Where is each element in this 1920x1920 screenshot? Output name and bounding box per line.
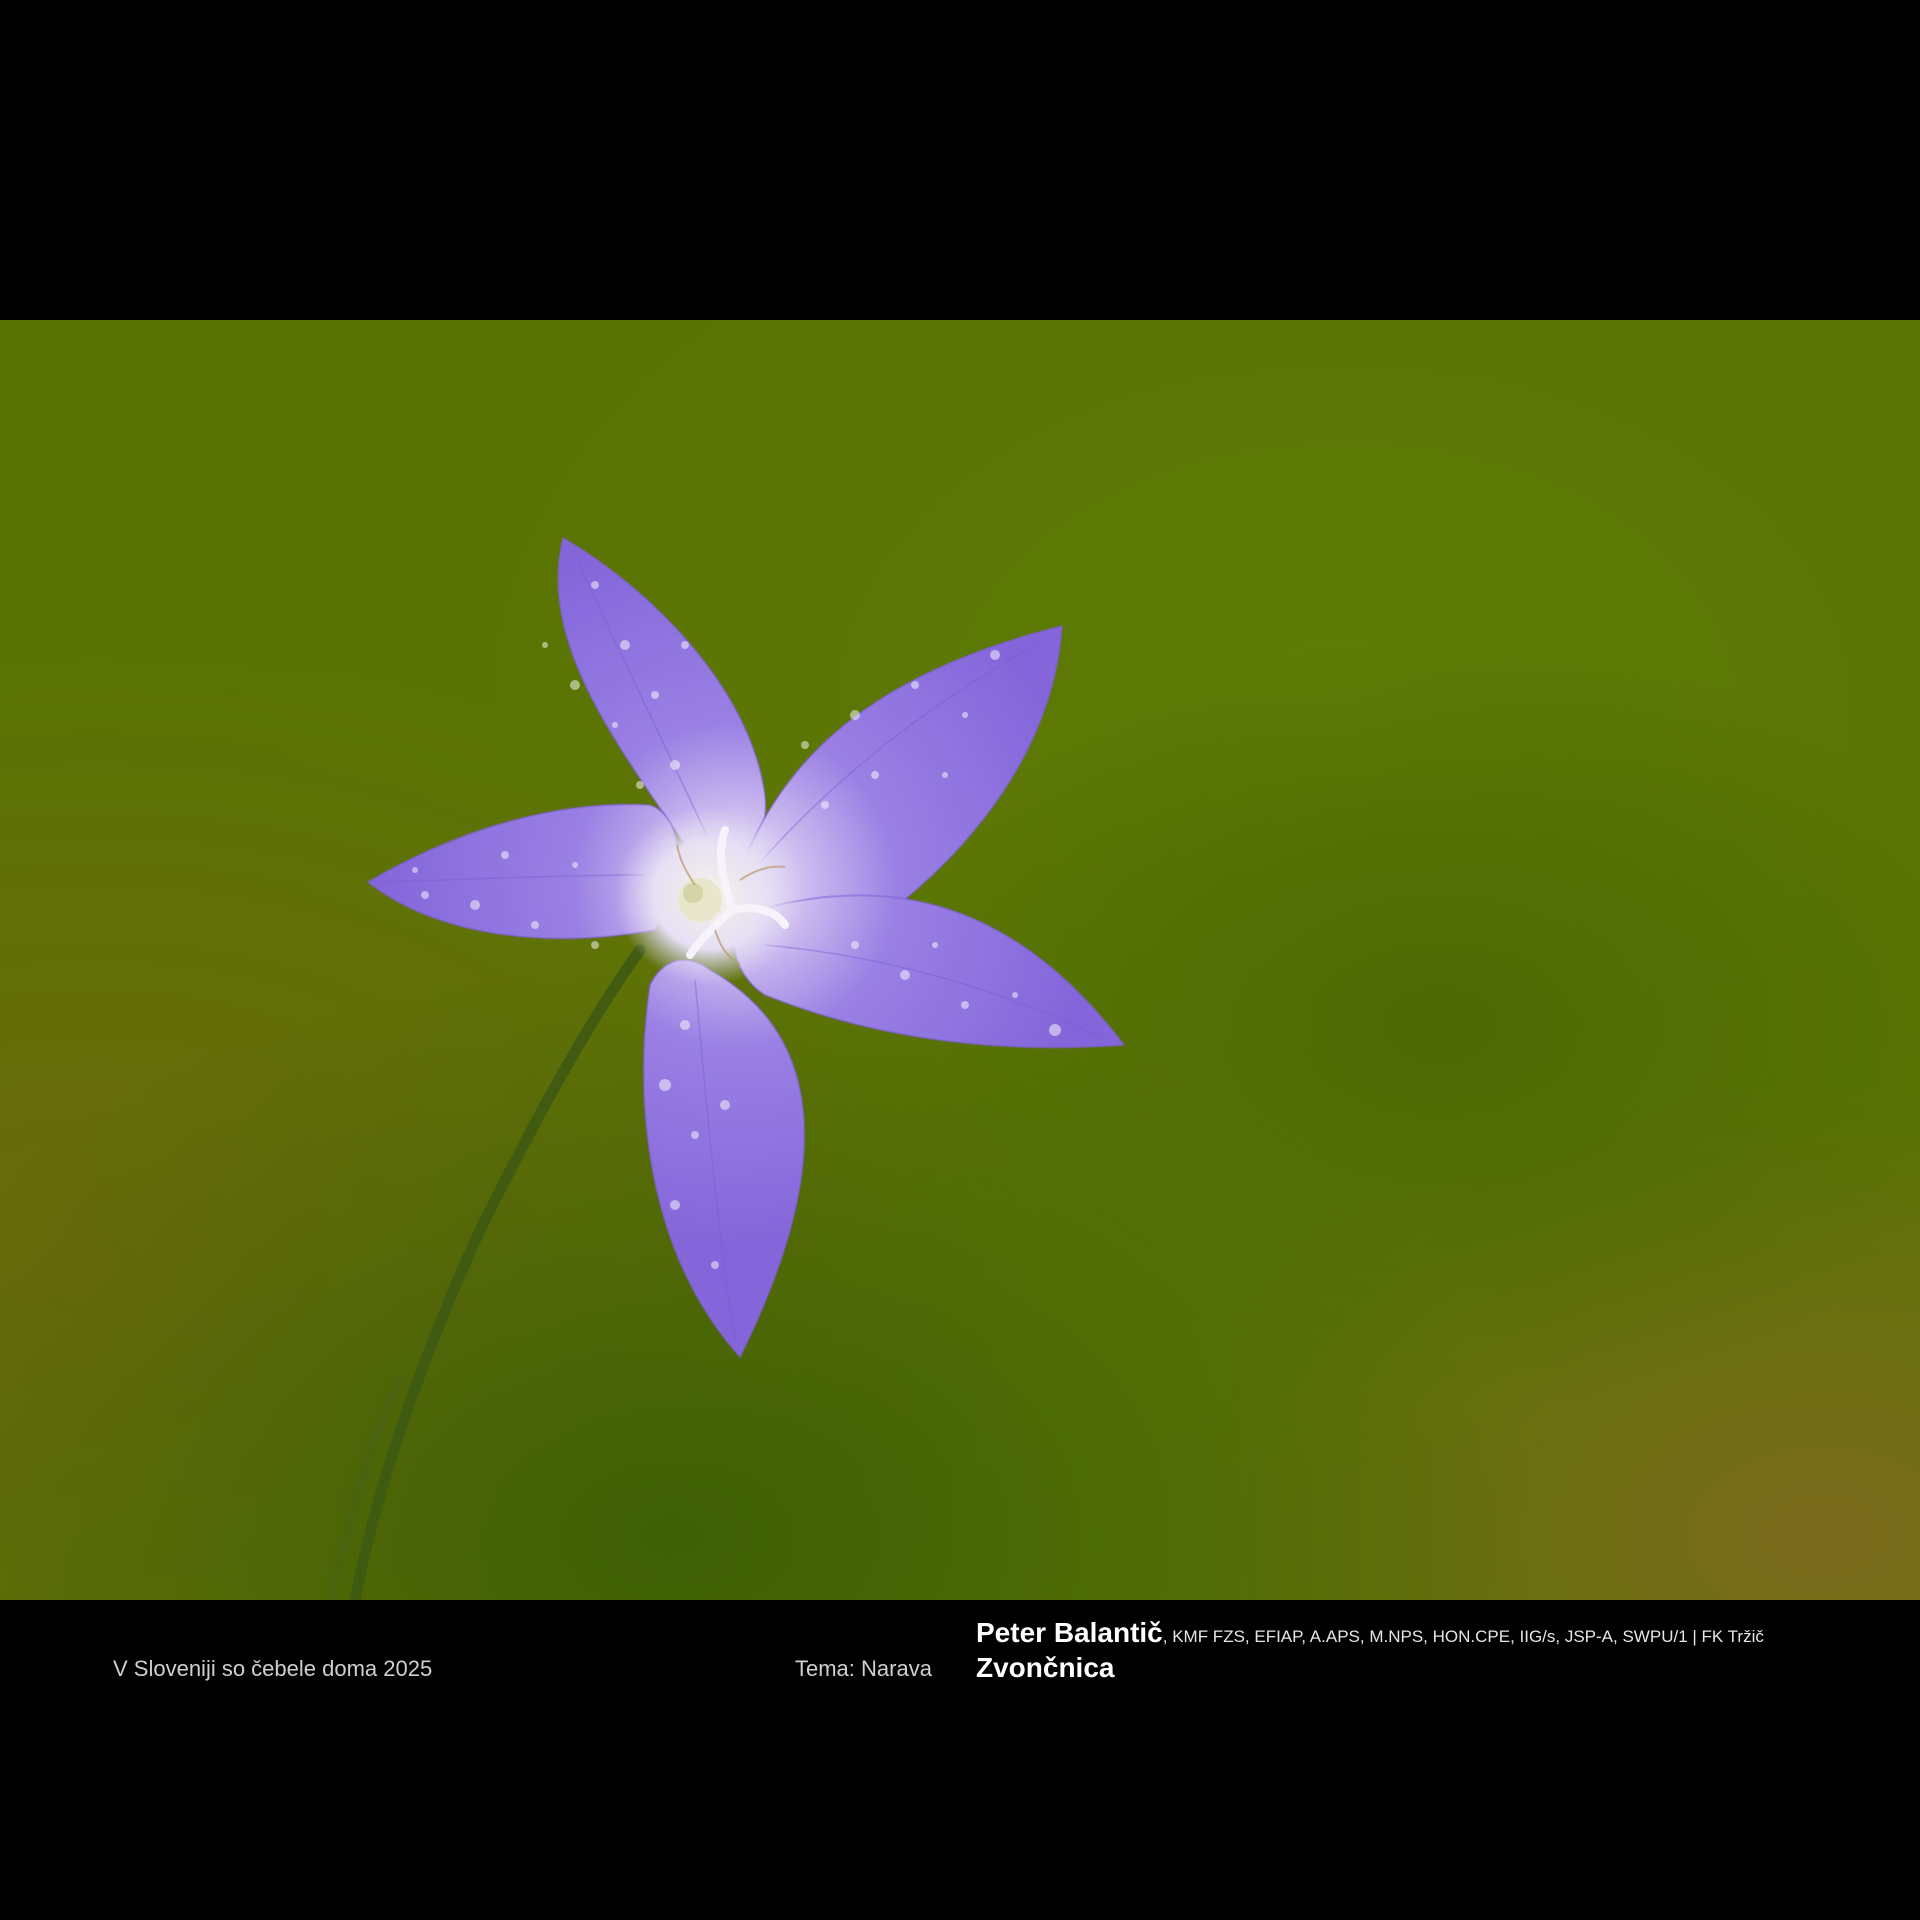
photo-frame: V Sloveniji so čebele doma 2025 Tema: Na…: [0, 0, 1920, 1920]
photo-title: Zvončnica: [976, 1652, 1115, 1683]
project-caption: V Sloveniji so čebele doma 2025: [113, 1656, 433, 1681]
author-caption: Peter Balantič, KMF FZS, EFIAP, A.APS, M…: [976, 1617, 1764, 1649]
bellflower-image: [0, 320, 1920, 1600]
author-credits: , KMF FZS, EFIAP, A.APS, M.NPS, HON.CPE,…: [1162, 1627, 1764, 1646]
flower-photo: [0, 320, 1920, 1600]
author-name: Peter Balantič: [976, 1617, 1163, 1648]
theme-caption: Tema: Narava: [795, 1656, 932, 1681]
